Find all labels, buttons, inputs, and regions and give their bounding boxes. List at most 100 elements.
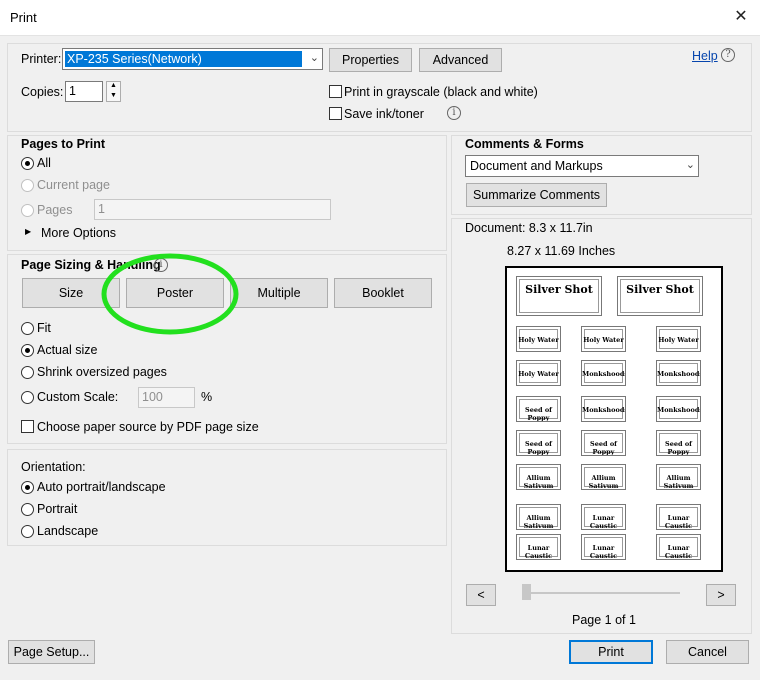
custom-scale-radio[interactable]	[21, 391, 34, 404]
custom-scale-input[interactable]: 100	[138, 387, 195, 408]
portrait-label: Portrait	[37, 502, 78, 516]
pages-label: Pages	[37, 203, 73, 217]
window-title: Print	[10, 10, 37, 25]
preview-card: Allium Sativum	[516, 504, 561, 530]
copies-stepper[interactable]: ▲ ▼	[106, 81, 121, 102]
preview-card-label: Seed of Poppy	[525, 406, 552, 422]
fit-radio[interactable]	[21, 322, 34, 335]
preview-card: Monkshoods	[656, 360, 701, 386]
printer-selected-value: XP-235 Series(Network)	[65, 51, 302, 67]
preview-card-large: Silver Shot	[617, 276, 703, 316]
previous-page-button[interactable]: <	[466, 584, 496, 606]
landscape-label: Landscape	[37, 524, 99, 538]
all-pages-radio[interactable]	[21, 157, 34, 170]
help-question-icon[interactable]: ?	[721, 48, 735, 62]
preview-card: Lunar Caustic	[656, 534, 701, 560]
advanced-button[interactable]: Advanced	[419, 48, 502, 72]
preview-card: Holy Water	[581, 326, 626, 352]
preview-card: Monkshoods	[581, 396, 626, 422]
pages-range-input[interactable]: 1	[94, 199, 331, 220]
auto-orientation-label: Auto portrait/landscape	[37, 480, 166, 494]
preview-card: Seed of Poppy	[581, 430, 626, 456]
copies-label: Copies:	[21, 85, 64, 99]
preview-card-label: Holy Water	[658, 336, 699, 344]
auto-orientation-radio[interactable]	[21, 481, 34, 494]
preview-card-label: Lunar Caustic	[589, 514, 618, 530]
actual-size-label: Actual size	[37, 343, 98, 357]
page-setup-button[interactable]: Page Setup...	[8, 640, 95, 664]
shrink-label: Shrink oversized pages	[37, 365, 167, 379]
help-link[interactable]: Help	[692, 49, 718, 63]
paper-source-checkbox[interactable]	[21, 420, 34, 433]
preview-card-label: Allium Sativum	[588, 474, 619, 490]
preview-card: Seed of Poppy	[516, 396, 561, 422]
current-page-radio[interactable]	[21, 179, 34, 192]
comments-forms-select[interactable]: Document and Markups ⌄	[465, 155, 699, 177]
more-options-label[interactable]: More Options	[41, 226, 116, 240]
preview-card-title: Silver Shot	[525, 283, 593, 296]
stepper-down-icon[interactable]: ▼	[110, 92, 117, 99]
properties-button[interactable]: Properties	[329, 48, 412, 72]
preview-card-label: Lunar Caustic	[524, 544, 553, 560]
portrait-radio[interactable]	[21, 503, 34, 516]
preview-card: Lunar Caustic	[516, 534, 561, 560]
preview-page: Silver Shot Silver Shot Holy Water Holy W…	[505, 266, 723, 572]
highlight-circle	[101, 253, 239, 335]
grayscale-label: Print in grayscale (black and white)	[344, 85, 538, 99]
save-ink-info-icon[interactable]: i	[447, 106, 461, 120]
pages-radio[interactable]	[21, 204, 34, 217]
preview-card: Allium Sativum	[656, 464, 701, 490]
expand-triangle-icon[interactable]: ▶	[25, 227, 31, 236]
preview-card-label: Monkshoods	[657, 370, 701, 378]
preview-card-label: Seed of Poppy	[665, 440, 692, 456]
next-page-button[interactable]: >	[706, 584, 736, 606]
preview-card: Lunar Caustic	[581, 504, 626, 530]
preview-card: Monkshoods	[581, 360, 626, 386]
highlight-ellipse	[101, 253, 239, 335]
document-size-label: Document: 8.3 x 11.7in	[465, 221, 593, 235]
preview-card-label: Allium Sativum	[663, 474, 694, 490]
preview-card-label: Monkshoods	[657, 406, 701, 414]
preview-card: Holy Water	[516, 326, 561, 352]
preview-card: Monkshoods	[656, 396, 701, 422]
preview-card-label: Allium Sativum	[523, 514, 554, 530]
preview-card: Holy Water	[516, 360, 561, 386]
page-slider-thumb[interactable]	[522, 584, 531, 600]
preview-card-large: Silver Shot	[516, 276, 602, 316]
percent-label: %	[201, 390, 213, 404]
preview-card-label: Monkshoods	[582, 406, 626, 414]
tab-booklet[interactable]: Booklet	[334, 278, 432, 308]
close-icon[interactable]: ✕	[732, 8, 750, 26]
copies-input[interactable]: 1	[65, 81, 103, 102]
current-page-label: Current page	[37, 178, 110, 192]
summarize-comments-button[interactable]: Summarize Comments	[466, 183, 607, 207]
paper-size-label: 8.27 x 11.69 Inches	[507, 244, 616, 258]
pages-to-print-heading: Pages to Print	[21, 137, 106, 151]
page-slider-track[interactable]	[522, 592, 680, 594]
preview-card: Seed of Poppy	[656, 430, 701, 456]
preview-card-label: Allium Sativum	[523, 474, 554, 490]
fit-label: Fit	[37, 321, 51, 335]
printer-select[interactable]: XP-235 Series(Network) ⌄	[62, 48, 323, 70]
stepper-up-icon[interactable]: ▲	[110, 82, 117, 89]
chevron-down-icon: ⌄	[309, 52, 319, 64]
landscape-radio[interactable]	[21, 525, 34, 538]
actual-size-radio[interactable]	[21, 344, 34, 357]
chevron-down-icon: ⌄	[685, 159, 695, 171]
cancel-button[interactable]: Cancel	[666, 640, 749, 664]
preview-card: Allium Sativum	[516, 464, 561, 490]
grayscale-checkbox[interactable]	[329, 85, 342, 98]
preview-card: Allium Sativum	[581, 464, 626, 490]
preview-card-label: Seed of Poppy	[590, 440, 617, 456]
preview-card: Lunar Caustic	[581, 534, 626, 560]
print-button[interactable]: Print	[569, 640, 653, 664]
printer-label: Printer:	[21, 52, 62, 66]
preview-card-title: Silver Shot	[626, 283, 694, 296]
tab-multiple[interactable]: Multiple	[230, 278, 328, 308]
shrink-radio[interactable]	[21, 366, 34, 379]
preview-card-label: Lunar Caustic	[664, 544, 693, 560]
preview-card-label: Monkshoods	[582, 370, 626, 378]
comments-forms-heading: Comments & Forms	[465, 137, 584, 151]
title-bar	[0, 0, 760, 36]
save-ink-checkbox[interactable]	[329, 107, 342, 120]
